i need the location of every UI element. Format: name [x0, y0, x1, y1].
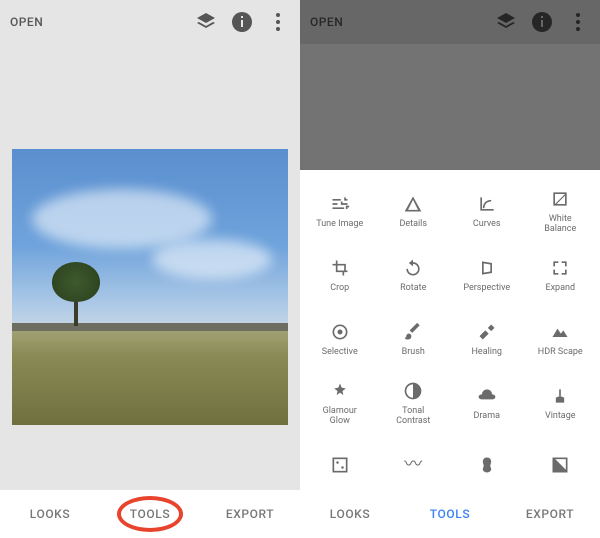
tool-brush[interactable]: Brush — [378, 308, 450, 370]
white-balance-icon — [549, 188, 571, 210]
tool-details[interactable]: Details — [378, 180, 450, 242]
topbar: OPEN — [0, 0, 300, 44]
nav-tools-label: TOOLS — [130, 507, 170, 521]
tool-label: Healing — [472, 347, 503, 357]
tool-curves[interactable]: Curves — [451, 180, 523, 242]
nav-looks[interactable]: LOOKS — [300, 490, 400, 538]
crop-icon — [329, 257, 351, 279]
tools-panel: Tune Image Details Curves White Balance — [300, 170, 600, 490]
brush-icon — [402, 321, 424, 343]
open-button[interactable]: OPEN — [10, 15, 43, 29]
healing-icon — [476, 321, 498, 343]
tool-label: Tonal Contrast — [396, 406, 430, 427]
tool-label: Crop — [330, 283, 349, 293]
tool-label: Rotate — [400, 283, 426, 293]
tool-hdr-scape[interactable]: HDR Scape — [525, 308, 597, 370]
details-icon — [402, 193, 424, 215]
hdr-scape-icon — [549, 321, 571, 343]
tool-label: White Balance — [544, 214, 576, 235]
canvas-area[interactable] — [0, 44, 300, 490]
tool-label: Expand — [545, 283, 575, 293]
drama-icon — [476, 385, 498, 407]
layers-icon[interactable] — [194, 10, 218, 34]
tool-label: Details — [399, 219, 427, 229]
tool-label: Selective — [322, 347, 358, 357]
tool-label: Curves — [473, 219, 501, 229]
tool-row5-1[interactable] — [304, 436, 376, 490]
screen-right: OPEN Tune Image Details — [300, 0, 600, 538]
nav-export[interactable]: EXPORT — [500, 490, 600, 538]
nav-tools[interactable]: TOOLS — [100, 490, 200, 538]
tool-drama[interactable]: Drama — [451, 372, 523, 434]
tool-tune-image[interactable]: Tune Image — [304, 180, 376, 242]
grainy-film-icon — [329, 454, 351, 476]
tool-row5-3[interactable] — [451, 436, 523, 490]
tool-label: Glamour Glow — [323, 406, 357, 427]
more-icon[interactable] — [266, 10, 290, 34]
tool-label: Brush — [402, 347, 425, 357]
perspective-icon — [476, 257, 498, 279]
nav-export[interactable]: EXPORT — [200, 490, 300, 538]
selective-icon — [329, 321, 351, 343]
tool-expand[interactable]: Expand — [525, 244, 597, 306]
tool-tonal-contrast[interactable]: Tonal Contrast — [378, 372, 450, 434]
rotate-icon — [402, 257, 424, 279]
tool-label: Drama — [474, 411, 500, 421]
tool-label: Tune Image — [316, 219, 363, 229]
tool-healing[interactable]: Healing — [451, 308, 523, 370]
nav-tools[interactable]: TOOLS — [400, 490, 500, 538]
tonal-contrast-icon — [402, 380, 424, 402]
tool-row5-2[interactable]: 〰 — [378, 436, 450, 490]
tool-label: HDR Scape — [538, 347, 583, 357]
photo-preview — [12, 149, 288, 425]
tool-vintage[interactable]: Vintage — [525, 372, 597, 434]
tool-row5-4[interactable] — [525, 436, 597, 490]
glamour-glow-icon — [329, 380, 351, 402]
tool-label: Perspective — [463, 283, 510, 293]
info-icon[interactable] — [230, 10, 254, 34]
tool-crop[interactable]: Crop — [304, 244, 376, 306]
screen-left: OPEN LOOKS TOOLS EXPORT — [0, 0, 300, 538]
bottom-nav: LOOKS TOOLS EXPORT — [0, 490, 300, 538]
vintage-icon — [549, 385, 571, 407]
tool-perspective[interactable]: Perspective — [451, 244, 523, 306]
tool-white-balance[interactable]: White Balance — [525, 180, 597, 242]
dim-overlay[interactable] — [300, 0, 600, 170]
retrolux-icon: 〰 — [402, 454, 424, 476]
expand-icon — [549, 257, 571, 279]
tune-icon — [329, 193, 351, 215]
bottom-nav: LOOKS TOOLS EXPORT — [300, 490, 600, 538]
tool-glamour-glow[interactable]: Glamour Glow — [304, 372, 376, 434]
tool-label: Vintage — [545, 411, 576, 421]
tool-selective[interactable]: Selective — [304, 308, 376, 370]
bw-icon — [549, 454, 571, 476]
tool-rotate[interactable]: Rotate — [378, 244, 450, 306]
curves-icon — [476, 193, 498, 215]
nav-looks[interactable]: LOOKS — [0, 490, 100, 538]
grunge-icon — [476, 454, 498, 476]
